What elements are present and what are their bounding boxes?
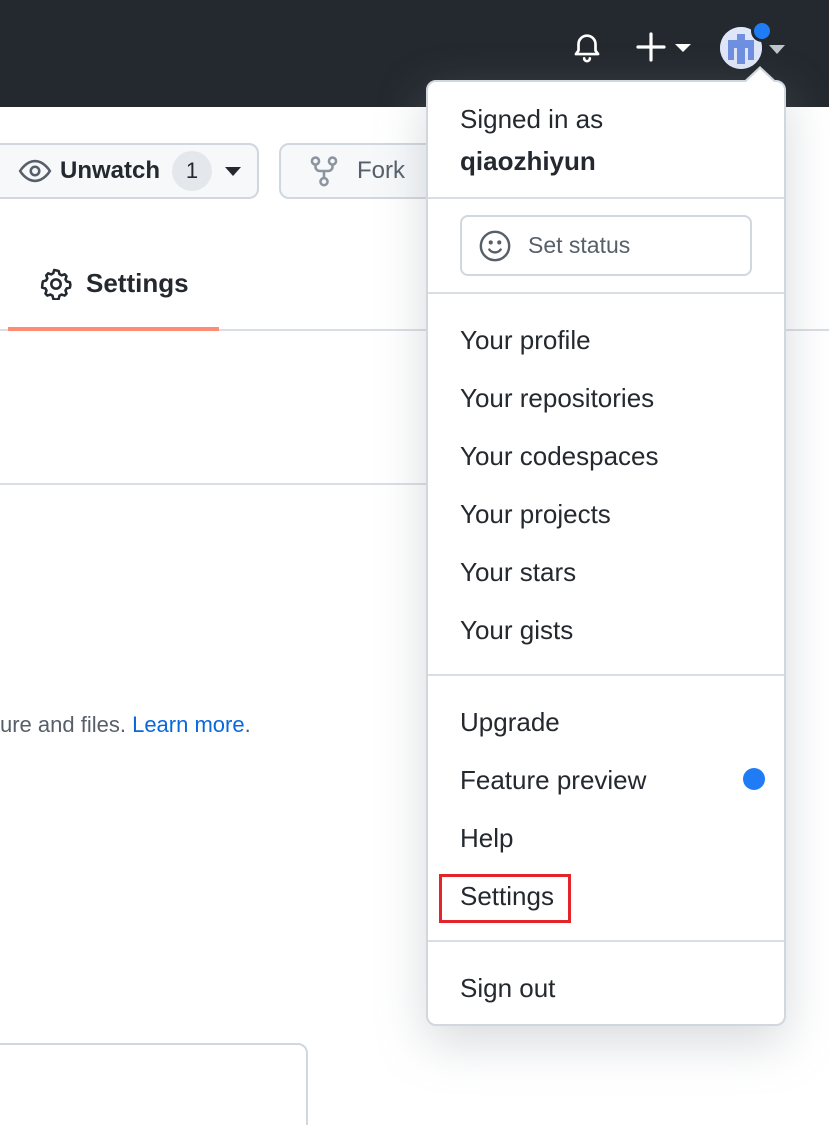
chevron-down-icon[interactable] (769, 42, 785, 54)
notification-dot (751, 20, 773, 42)
watchers-count: 1 (172, 151, 213, 191)
dropdown-caret-fill (746, 69, 774, 82)
chevron-down-icon (675, 44, 691, 52)
set-status-label: Set status (528, 232, 631, 258)
dropdown-divider (428, 292, 784, 294)
tab-settings-label: Settings (86, 268, 189, 298)
menu-item-settings[interactable]: Settings (460, 881, 554, 912)
menu-item-your-codespaces[interactable]: Your codespaces (460, 441, 659, 472)
description-period: . (244, 712, 251, 737)
menu-item-help[interactable]: Help (460, 823, 513, 854)
plus-icon (636, 32, 666, 62)
menu-item-your-repositories[interactable]: Your repositories (460, 383, 654, 414)
create-new-dropdown[interactable] (636, 30, 694, 64)
tab-settings[interactable]: Settings (8, 240, 219, 331)
smiley-icon (479, 230, 511, 261)
menu-item-your-gists[interactable]: Your gists (460, 615, 573, 646)
fork-icon (310, 156, 338, 187)
notifications-bell-icon[interactable] (570, 30, 604, 64)
description-text: ure and files. Learn more. (0, 712, 251, 738)
unwatch-button[interactable]: Unwatch 1 (0, 143, 259, 199)
set-status-button[interactable]: Set status (460, 215, 752, 276)
menu-item-your-stars[interactable]: Your stars (460, 557, 576, 588)
dropdown-divider (428, 940, 784, 942)
content-box (0, 1043, 308, 1125)
menu-item-your-profile[interactable]: Your profile (460, 325, 591, 356)
fork-label: Fork (357, 157, 405, 184)
learn-more-link[interactable]: Learn more (132, 712, 245, 737)
chevron-down-icon (225, 167, 242, 176)
menu-item-your-projects[interactable]: Your projects (460, 499, 611, 530)
username-link[interactable]: qiaozhiyun (460, 146, 596, 177)
description-fragment: ure and files. (0, 712, 133, 737)
gear-icon (40, 268, 72, 300)
dropdown-divider (428, 674, 784, 676)
unwatch-label: Unwatch (60, 157, 161, 184)
eye-icon (18, 159, 52, 183)
menu-item-upgrade[interactable]: Upgrade (460, 707, 560, 738)
page: Unwatch 1 Fork Settings ure and files. L… (0, 0, 829, 1125)
dropdown-divider (428, 197, 784, 199)
menu-item-sign-out[interactable]: Sign out (460, 973, 555, 1004)
section-divider (0, 483, 440, 485)
signed-in-as-label: Signed in as (460, 104, 604, 134)
feature-preview-dot (743, 768, 765, 790)
menu-item-feature-preview[interactable]: Feature preview (460, 765, 646, 796)
